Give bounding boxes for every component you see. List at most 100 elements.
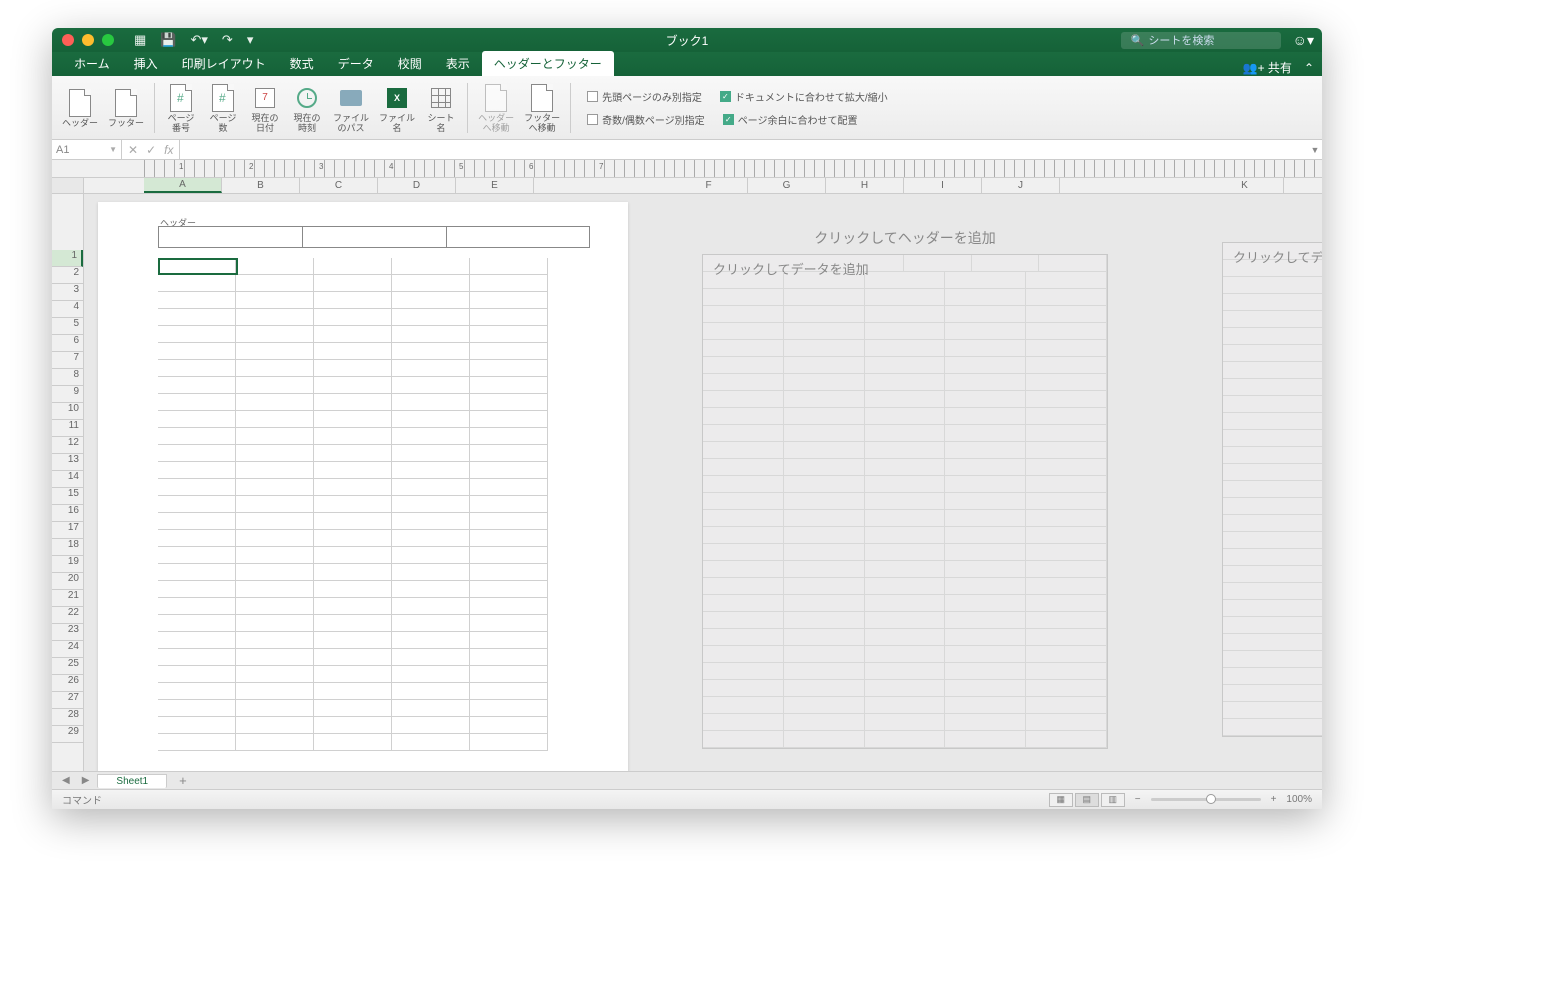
cell[interactable] [470,530,548,547]
collapse-ribbon-icon[interactable]: ⌃ [1304,61,1314,75]
cell[interactable] [392,462,470,479]
cell[interactable] [158,615,236,632]
cell[interactable] [158,275,236,292]
col-header-k[interactable]: K [1206,178,1284,193]
cell[interactable] [392,496,470,513]
cell[interactable] [158,700,236,717]
row-header-19[interactable]: 19 [52,556,83,573]
cell[interactable] [158,411,236,428]
cell[interactable] [236,683,314,700]
cell[interactable] [158,377,236,394]
cell[interactable] [236,343,314,360]
zoom-out-button[interactable]: − [1135,794,1141,805]
cell[interactable] [470,547,548,564]
row-header-12[interactable]: 12 [52,437,83,454]
cell[interactable] [392,411,470,428]
cell[interactable] [392,649,470,666]
cell[interactable] [470,615,548,632]
cell[interactable] [470,428,548,445]
cell[interactable] [470,292,548,309]
cell[interactable] [470,513,548,530]
cell[interactable] [236,632,314,649]
cell[interactable] [470,632,548,649]
cell[interactable] [158,479,236,496]
cell[interactable] [236,428,314,445]
cell[interactable] [314,326,392,343]
cell[interactable] [236,360,314,377]
undo-icon[interactable]: ↶▾ [190,32,207,48]
cell[interactable] [314,462,392,479]
enter-icon[interactable]: ✓ [146,143,156,157]
cell[interactable] [314,496,392,513]
cell[interactable] [392,683,470,700]
first-page-different-checkbox[interactable]: 先頭ページのみ別指定 [587,89,702,104]
header-button[interactable]: ヘッダー [58,79,102,137]
cell[interactable] [236,411,314,428]
expand-formula-icon[interactable]: ▼ [1308,140,1322,159]
zoom-thumb[interactable] [1206,794,1216,804]
col-header-b[interactable]: B [222,178,300,193]
cell[interactable] [236,513,314,530]
scale-with-doc-checkbox[interactable]: ✓ドキュメントに合わせて拡大/縮小 [720,89,888,104]
cell[interactable] [158,564,236,581]
cell[interactable] [470,462,548,479]
file-path-button[interactable]: ファイル のパス [329,79,373,137]
col-header-g[interactable]: G [748,178,826,193]
cell[interactable] [158,326,236,343]
row-header-5[interactable]: 5 [52,318,83,335]
cell[interactable] [236,377,314,394]
header-left-section[interactable] [158,226,302,248]
cell[interactable] [236,666,314,683]
cell[interactable] [158,445,236,462]
cell[interactable] [158,530,236,547]
tab-review[interactable]: 校閲 [386,51,434,76]
cell[interactable] [236,717,314,734]
cell[interactable] [314,428,392,445]
page-number-button[interactable]: #ページ 番号 [161,79,201,137]
cell[interactable] [392,666,470,683]
cell[interactable] [236,564,314,581]
cell[interactable] [314,564,392,581]
col-header-e[interactable]: E [456,178,534,193]
cell[interactable] [158,360,236,377]
maximize-button[interactable] [102,34,114,46]
add-sheet-button[interactable]: + [171,773,195,788]
formula-input[interactable] [180,140,1308,159]
cell[interactable] [236,598,314,615]
cell[interactable] [470,666,548,683]
col-header-h[interactable]: H [826,178,904,193]
cell[interactable] [470,734,548,751]
qat-more-icon[interactable]: ▾ [247,32,254,48]
cell[interactable] [392,632,470,649]
cell[interactable] [158,717,236,734]
zoom-slider[interactable] [1151,798,1261,801]
cell[interactable] [158,547,236,564]
row-header-11[interactable]: 11 [52,420,83,437]
cell[interactable] [392,394,470,411]
page3-placeholder-grid[interactable]: クリックしてデ [1222,242,1322,737]
zoom-level[interactable]: 100% [1286,794,1312,805]
cell[interactable] [470,377,548,394]
cell[interactable] [470,683,548,700]
row-header-15[interactable]: 15 [52,488,83,505]
cell[interactable] [236,496,314,513]
row-header-28[interactable]: 28 [52,709,83,726]
col-header-d[interactable]: D [378,178,456,193]
cell[interactable] [470,445,548,462]
redo-icon[interactable]: ↷ [222,32,233,48]
tab-header-footer[interactable]: ヘッダーとフッター [482,51,614,76]
page-1[interactable]: ヘッダー [98,202,628,771]
cell[interactable] [470,564,548,581]
cell[interactable] [158,496,236,513]
row-header-13[interactable]: 13 [52,454,83,471]
cell[interactable] [314,683,392,700]
cell[interactable] [158,632,236,649]
row-header-1[interactable]: 1 [52,250,83,267]
odd-even-different-checkbox[interactable]: 奇数/偶数ページ別指定 [587,112,705,127]
cell[interactable] [392,343,470,360]
cell[interactable] [314,649,392,666]
sheet-name-button[interactable]: シート 名 [421,79,461,137]
cell[interactable] [236,649,314,666]
row-header-26[interactable]: 26 [52,675,83,692]
cell[interactable] [158,343,236,360]
